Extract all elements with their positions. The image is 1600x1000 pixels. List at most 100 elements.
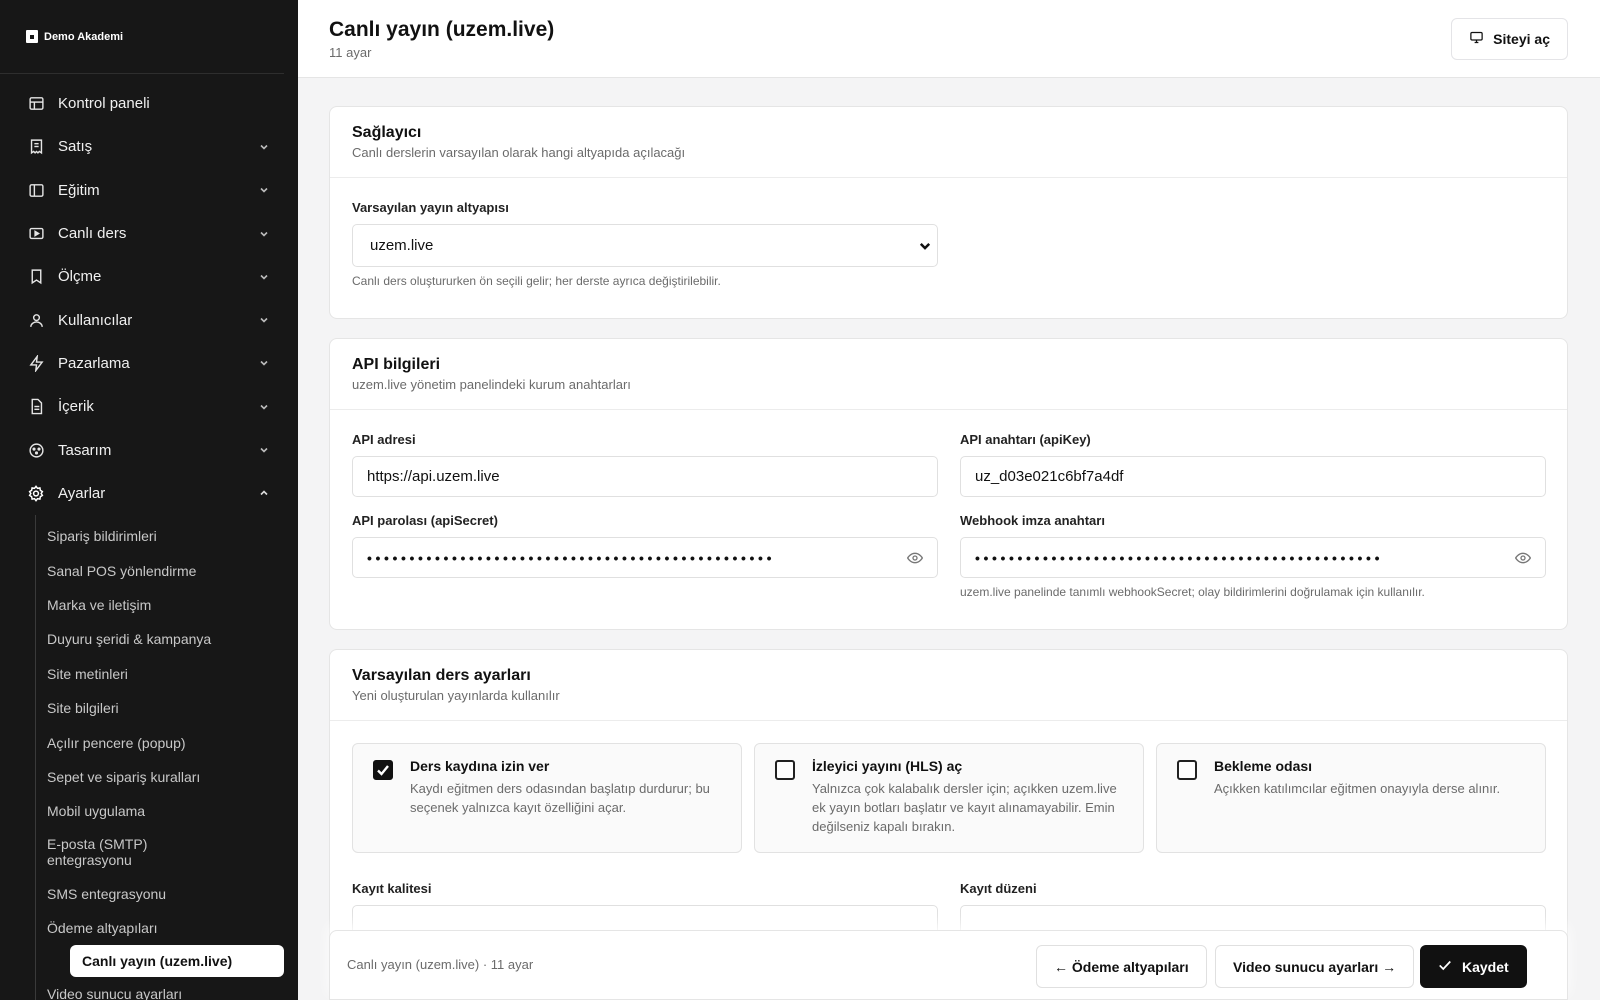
chevron-down-icon — [258, 314, 270, 326]
subnav-item[interactable]: SMS entegrasyonu — [1, 876, 298, 910]
field-label: Kayıt kalitesi — [352, 881, 432, 896]
open-site-button[interactable]: Siteyi aç — [1451, 18, 1568, 60]
card-description: Yeni oluşturulan yayınlarda kullanılır — [352, 688, 560, 703]
sidebar-item-satis[interactable]: Satış — [0, 125, 298, 168]
options-grid: Ders kaydına izin ver Kaydı eğitmen ders… — [352, 743, 1546, 853]
sidebar-item-label: Kullanıcılar — [58, 311, 133, 329]
api-key-input[interactable]: uz_d03e021c6bf7a4df — [960, 456, 1546, 497]
card-body: Varsayılan yayın altyapısı uzem.live Can… — [330, 178, 1567, 318]
sidebar-item-label: İçerik — [58, 398, 94, 416]
sidebar-item-icerik[interactable]: İçerik — [0, 385, 298, 428]
sidebar-item-label: Eğitim — [58, 181, 100, 199]
sidebar-item-egitim[interactable]: Eğitim — [0, 169, 298, 212]
sidebar-item-kullanicilar[interactable]: Kullanıcılar — [0, 298, 298, 341]
sidebar-item-label: Ölçme — [58, 268, 102, 286]
palette-icon — [27, 441, 45, 459]
option-recording[interactable]: Ders kaydına izin ver Kaydı eğitmen ders… — [352, 743, 742, 853]
subnav-item[interactable]: Sanal POS yönlendirme — [1, 553, 298, 587]
sidebar-item-label: Satış — [58, 138, 93, 156]
sidebar-item-label: Ayarlar — [58, 484, 106, 502]
checkbox[interactable] — [775, 760, 795, 780]
subnav-item[interactable]: Mobil uygulama — [1, 794, 298, 828]
subnav-item[interactable]: Açılır pencere (popup) — [1, 725, 298, 759]
chevron-down-icon — [258, 357, 270, 369]
check-icon — [1438, 958, 1452, 975]
card-body: API adresi https://api.uzem.live API ana… — [330, 410, 1567, 629]
card-header: Sağlayıcı Canlı derslerin varsayılan ola… — [330, 107, 1567, 178]
subnav-item[interactable]: Sepet ve sipariş kuralları — [1, 760, 298, 794]
api-card: API bilgileri uzem.live yönetim panelind… — [329, 338, 1568, 630]
receipt-icon — [27, 138, 45, 156]
chevron-down-icon — [258, 228, 270, 240]
brand[interactable]: Demo Akademi — [0, 0, 284, 74]
webhook-secret-input[interactable]: ••••••••••••••••••••••••••••••••••••••••… — [960, 537, 1546, 578]
brand-name: Demo Akademi — [44, 30, 124, 43]
page-subtitle: 11 ayar — [329, 45, 372, 60]
option-waiting-room[interactable]: Bekleme odası Açıkken katılımcılar eğitm… — [1156, 743, 1546, 853]
bolt-icon — [27, 354, 45, 372]
save-button[interactable]: Kaydet — [1420, 945, 1527, 988]
field-hint: Canlı ders oluştururken ön seçili gelir;… — [352, 274, 721, 288]
main-area: Canlı yayın (uzem.live) 11 ayar Siteyi a… — [298, 0, 1600, 1000]
subnav-item-active[interactable]: Canlı yayın (uzem.live) — [70, 945, 284, 978]
document-icon — [27, 398, 45, 416]
eye-icon[interactable] — [1514, 551, 1532, 568]
sticky-footer: Canlı yayın (uzem.live) · 11 ayar ← Ödem… — [329, 930, 1568, 1000]
chevron-down-icon — [258, 271, 270, 283]
sidebar-item-tasarim[interactable]: Tasarım — [0, 428, 298, 471]
api-secret-input[interactable]: ••••••••••••••••••••••••••••••••••••••••… — [352, 537, 938, 578]
subnav-item[interactable]: Site bilgileri — [1, 691, 298, 725]
open-site-label: Siteyi aç — [1493, 31, 1550, 47]
field-label: Webhook imza anahtarı — [960, 513, 1105, 528]
subnav-item[interactable]: Ödeme altyapıları — [1, 911, 298, 945]
subnav-item[interactable]: Sipariş bildirimleri — [1, 519, 298, 553]
field-label: Kayıt düzeni — [960, 881, 1037, 896]
option-hls[interactable]: İzleyici yayını (HLS) aç Yalnızca çok ka… — [754, 743, 1144, 853]
footer-status: Canlı yayın (uzem.live) · 11 ayar — [347, 957, 534, 972]
subnav-item[interactable]: Duyuru şeridi & kampanya — [1, 622, 298, 656]
webhook-secret-field: Webhook imza anahtarı ••••••••••••••••••… — [960, 513, 1546, 599]
sidebar-item-ayarlar[interactable]: Ayarlar — [0, 472, 298, 515]
sidebar-nav: Kontrol paneli Satış Eğitim Canlı ders Ö… — [0, 74, 298, 1000]
field-hint: uzem.live panelinde tanımlı webhookSecre… — [960, 585, 1425, 599]
field-label: API adresi — [352, 432, 416, 447]
subnav-item[interactable]: Marka ve iletişim — [1, 588, 298, 622]
chevron-down-icon — [258, 141, 270, 153]
sidebar-item-label: Tasarım — [58, 441, 112, 459]
subnav-item[interactable]: E-posta (SMTP) entegrasyonu — [1, 828, 298, 876]
sidebar-item-label: Canlı ders — [58, 225, 127, 243]
settings-subnav: Sipariş bildirimleri Sanal POS yönlendir… — [35, 514, 298, 1000]
subnav-item[interactable]: Video sunucu ayarları — [1, 977, 298, 1000]
page-title: Canlı yayın (uzem.live) — [329, 18, 555, 41]
default-lesson-card: Varsayılan ders ayarları Yeni oluşturula… — [329, 649, 1568, 977]
next-page-button[interactable]: Video sunucu ayarları → — [1215, 945, 1415, 988]
chevron-down-icon — [918, 239, 932, 257]
option-description: Açıkken katılımcılar eğitmen onayıyla de… — [1214, 781, 1501, 796]
sidebar-item-canli-ders[interactable]: Canlı ders — [0, 212, 298, 255]
bookmark-icon — [27, 268, 45, 286]
sidebar: Demo Akademi Kontrol paneli Satış Eğitim… — [0, 0, 298, 1000]
sidebar-item-kontrol-paneli[interactable]: Kontrol paneli — [0, 82, 298, 125]
checkbox-checked[interactable] — [373, 760, 393, 780]
api-fields-grid: API adresi https://api.uzem.live API ana… — [352, 432, 1546, 599]
settings-content: Sağlayıcı Canlı derslerin varsayılan ola… — [329, 106, 1568, 996]
default-provider-select[interactable]: uzem.live — [352, 224, 938, 267]
api-secret-field: API parolası (apiSecret) •••••••••••••••… — [352, 513, 938, 599]
api-address-input[interactable]: https://api.uzem.live — [352, 456, 938, 497]
card-description: Canlı derslerin varsayılan olarak hangi … — [352, 145, 686, 160]
subnav-item[interactable]: Site metinleri — [1, 657, 298, 691]
password-value: ••••••••••••••••••••••••••••••••••••••••… — [975, 549, 1384, 566]
field-label: Varsayılan yayın altyapısı — [352, 200, 509, 215]
checkbox[interactable] — [1177, 760, 1197, 780]
option-title: İzleyici yayını (HLS) aç — [812, 758, 963, 774]
save-label: Kaydet — [1462, 958, 1509, 975]
sidebar-item-olcme[interactable]: Ölçme — [0, 255, 298, 298]
card-title: Sağlayıcı — [352, 124, 422, 141]
gear-icon — [27, 484, 45, 502]
chevron-up-icon — [258, 487, 270, 499]
chevron-down-icon — [258, 184, 270, 196]
eye-icon[interactable] — [906, 551, 924, 568]
sidebar-item-pazarlama[interactable]: Pazarlama — [0, 342, 298, 385]
prev-page-button[interactable]: ← Ödeme altyapıları — [1036, 945, 1207, 988]
card-header: API bilgileri uzem.live yönetim panelind… — [330, 339, 1567, 410]
